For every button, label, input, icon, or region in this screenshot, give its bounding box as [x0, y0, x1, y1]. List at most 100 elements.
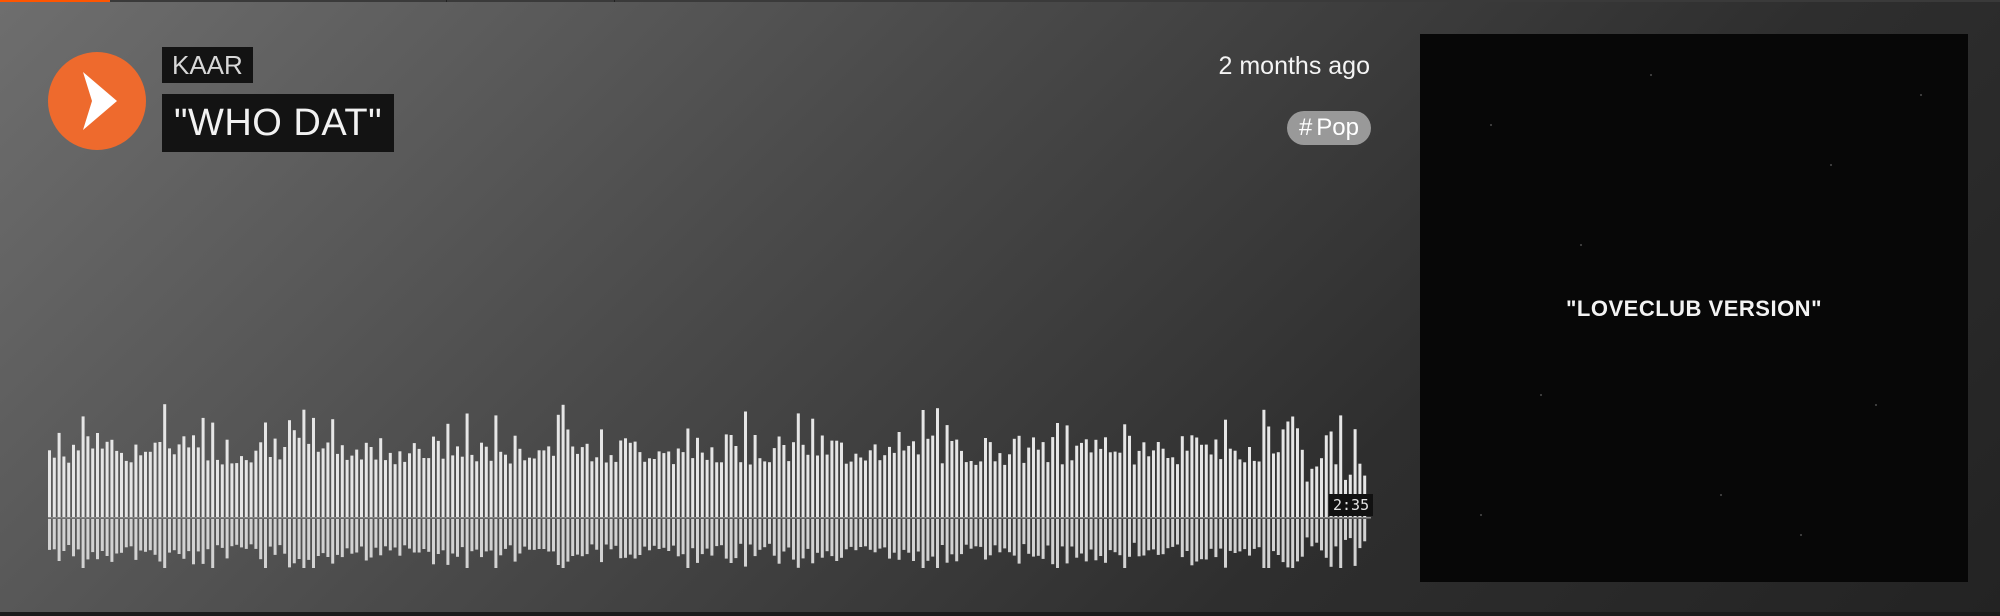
- waveform-bar-reflection: [763, 519, 767, 548]
- waveform-bar: [830, 440, 834, 517]
- waveform-bar: [681, 452, 685, 517]
- waveform-bar: [148, 451, 152, 517]
- waveform-bar-reflection: [1267, 519, 1271, 568]
- waveform-bar-reflection: [768, 519, 771, 544]
- waveform-bar: [168, 448, 171, 517]
- waveform-bar-reflection: [1238, 519, 1242, 552]
- waveform-bar-reflection: [772, 519, 776, 556]
- waveform-bar-reflection: [307, 519, 311, 560]
- waveform-bar: [1180, 436, 1184, 517]
- waveform-bar: [595, 457, 599, 517]
- waveform-bar-reflection: [950, 519, 954, 555]
- waveform-bar: [379, 438, 383, 517]
- waveform-bar-reflection: [633, 519, 637, 559]
- top-progress-track[interactable]: [0, 0, 2000, 2]
- waveform[interactable]: [48, 400, 1371, 568]
- waveform-bar-reflection: [254, 519, 258, 549]
- waveform-bar: [470, 454, 474, 517]
- waveform-bar-reflection: [1344, 519, 1347, 540]
- waveform-bar: [62, 456, 66, 517]
- waveform-bar: [1017, 435, 1021, 517]
- waveform-bar: [686, 428, 690, 517]
- waveform-bar-reflection: [100, 519, 104, 551]
- waveform-bar-reflection: [561, 519, 565, 568]
- waveform-bar-reflection: [619, 519, 623, 559]
- waveform-bar: [960, 450, 963, 517]
- waveform-bar-reflection: [912, 519, 915, 561]
- waveform-bar: [340, 445, 344, 517]
- waveform-bar: [782, 445, 786, 517]
- waveform-bar-reflection: [1272, 519, 1275, 552]
- waveform-bar-reflection: [868, 519, 872, 550]
- waveform-bar: [465, 413, 469, 517]
- genre-tag[interactable]: # Pop: [1286, 111, 1371, 145]
- waveform-bar: [235, 463, 239, 517]
- waveform-bar: [1200, 444, 1203, 517]
- waveform-bar: [1257, 461, 1261, 517]
- waveform-bar-reflection: [316, 519, 320, 556]
- artwork-image[interactable]: "LOVECLUB VERSION": [1420, 34, 1968, 582]
- waveform-bar-reflection: [470, 519, 474, 552]
- waveform-bar: [705, 459, 709, 517]
- waveform-bar-reflection: [1180, 519, 1184, 558]
- waveform-bar: [912, 441, 915, 517]
- waveform-bar: [1065, 425, 1069, 517]
- waveform-bar: [1012, 438, 1016, 517]
- waveform-bar-reflection: [830, 519, 834, 557]
- waveform-bar-reflection: [201, 519, 205, 564]
- waveform-bar-reflection: [1204, 519, 1208, 560]
- waveform-bar-reflection: [1353, 519, 1357, 566]
- artwork-speck: [1540, 394, 1542, 396]
- waveform-bar: [787, 461, 791, 517]
- waveform-bar: [278, 459, 282, 517]
- waveform-bar: [873, 444, 877, 517]
- waveform-bar-reflection: [508, 519, 512, 546]
- waveform-bar-reflection: [398, 519, 402, 556]
- artist-name-link[interactable]: KAAR: [162, 47, 253, 83]
- waveform-bar-reflection: [960, 519, 963, 555]
- waveform-bar-reflection: [744, 519, 747, 567]
- waveform-bar-reflection: [302, 519, 306, 568]
- waveform-bar: [1099, 448, 1103, 517]
- waveform-bar-reflection: [1324, 519, 1328, 558]
- waveform-bar: [1286, 421, 1290, 517]
- artwork-speck: [1875, 404, 1877, 406]
- waveform-bar-reflection: [993, 519, 997, 546]
- waveform-bar: [441, 458, 445, 517]
- waveform-bar-reflection: [124, 519, 128, 548]
- play-button[interactable]: [48, 52, 146, 150]
- waveform-bar: [969, 461, 973, 517]
- waveform-bar-reflection: [825, 519, 829, 552]
- waveform-bar: [1310, 468, 1314, 517]
- waveform-bar-reflection: [134, 519, 138, 560]
- waveform-bar: [950, 441, 954, 517]
- waveform-bar-reflection: [364, 519, 368, 561]
- waveform-bar-reflection: [1200, 519, 1203, 560]
- top-progress-fill: [0, 0, 110, 2]
- waveform-bar: [230, 463, 234, 517]
- waveform-bar-reflection: [292, 519, 296, 564]
- waveform-bar-reflection: [806, 519, 810, 549]
- waveform-bar-reflection: [854, 519, 858, 551]
- waveform-bar-reflection: [734, 519, 738, 559]
- waveform-bar-reflection: [1243, 519, 1247, 550]
- waveform-bar: [734, 446, 738, 517]
- waveform-bar-reflection: [1128, 519, 1131, 557]
- waveform-bar-reflection: [427, 519, 431, 552]
- track-title-link[interactable]: "WHO DAT": [162, 94, 395, 152]
- waveform-bar-reflection: [609, 519, 613, 550]
- waveform-bar-reflection: [76, 519, 80, 550]
- waveform-bar: [979, 461, 983, 517]
- waveform-bar: [432, 436, 435, 517]
- waveform-bar-reflection: [729, 519, 733, 563]
- waveform-bar-reflection: [523, 519, 527, 547]
- waveform-bar-reflection: [57, 519, 61, 561]
- duration-badge: 2:35: [1329, 494, 1374, 516]
- waveform-bar: [67, 462, 71, 517]
- waveform-bar: [144, 451, 147, 517]
- waveform-bar: [187, 447, 191, 517]
- waveform-bar: [1176, 464, 1179, 517]
- waveform-bar: [177, 444, 181, 517]
- waveform-bar: [926, 438, 930, 517]
- waveform-bar: [748, 464, 752, 517]
